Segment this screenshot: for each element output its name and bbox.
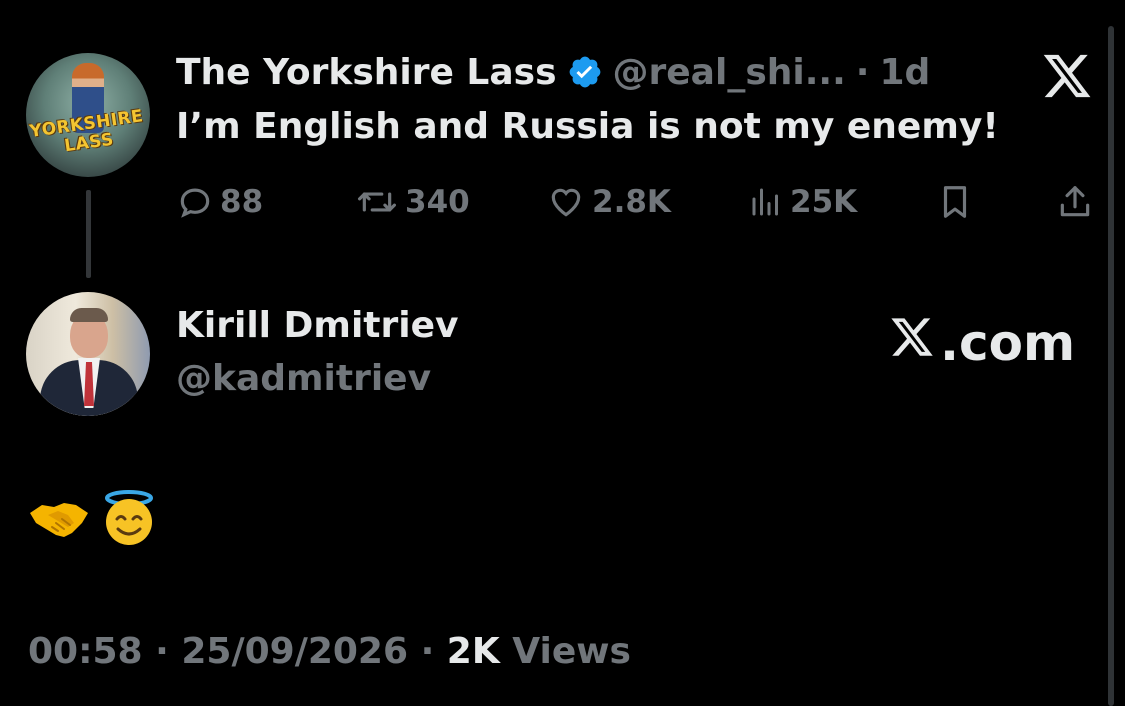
x-com-brand: .com <box>888 314 1076 372</box>
reply-text <box>28 488 158 552</box>
tweet-meta: 00:58 · 25/09/2026 · 2K Views <box>28 626 631 676</box>
avatar-banner-text: YORKSHIRE LASS <box>28 106 145 157</box>
like-button[interactable]: 2.8K <box>546 180 671 224</box>
bookmark-button[interactable] <box>936 180 974 224</box>
halo-smile-emoji <box>100 489 158 551</box>
verified-icon <box>567 54 603 90</box>
author-handle[interactable]: @real_shi... <box>613 52 846 93</box>
views-button[interactable]: 25K <box>748 180 857 224</box>
meta-separator: · <box>408 630 447 672</box>
tweet-time[interactable]: 00:58 <box>28 631 143 672</box>
scrollbar[interactable] <box>1108 26 1114 706</box>
tweet-text: I’m English and Russia is not my enemy! <box>176 106 999 147</box>
reply-count: 88 <box>220 184 264 220</box>
tweet-views-label: Views <box>499 630 631 672</box>
avatar-hair <box>70 308 108 322</box>
repost-button[interactable]: 340 <box>355 180 470 224</box>
avatar-kirill-dmitriev[interactable] <box>26 292 150 416</box>
separator-dot: · <box>855 51 870 93</box>
views-count: 25K <box>790 184 858 220</box>
x-logo-icon <box>1040 50 1094 102</box>
share-button[interactable] <box>1055 180 1095 224</box>
share-icon <box>1055 183 1095 221</box>
like-icon <box>546 183 586 221</box>
brand-text: .com <box>940 314 1076 372</box>
bookmark-icon <box>936 183 974 221</box>
reply-author-name[interactable]: Kirill Dmitriev <box>176 305 458 346</box>
like-count: 2.8K <box>592 184 671 220</box>
avatar-yorkshire-lass[interactable]: YORKSHIRE LASS <box>26 53 150 177</box>
repost-icon <box>355 183 399 221</box>
reply-icon <box>176 183 214 221</box>
x-logo-icon <box>888 314 936 372</box>
tweet-views-count[interactable]: 2K <box>447 631 500 672</box>
views-icon <box>748 183 784 221</box>
parent-tweet-header: The Yorkshire Lass @real_shi... · 1d <box>176 48 930 96</box>
repost-count: 340 <box>405 184 470 220</box>
reply-author-handle[interactable]: @kadmitriev <box>176 358 431 399</box>
tweet-date[interactable]: 25/09/2026 <box>181 631 408 672</box>
author-name[interactable]: The Yorkshire Lass <box>176 52 557 93</box>
time-ago[interactable]: 1d <box>879 52 930 93</box>
handshake-emoji <box>28 493 90 547</box>
thread-connector-line <box>86 190 91 278</box>
reply-button[interactable]: 88 <box>176 180 263 224</box>
meta-separator: · <box>142 630 182 672</box>
